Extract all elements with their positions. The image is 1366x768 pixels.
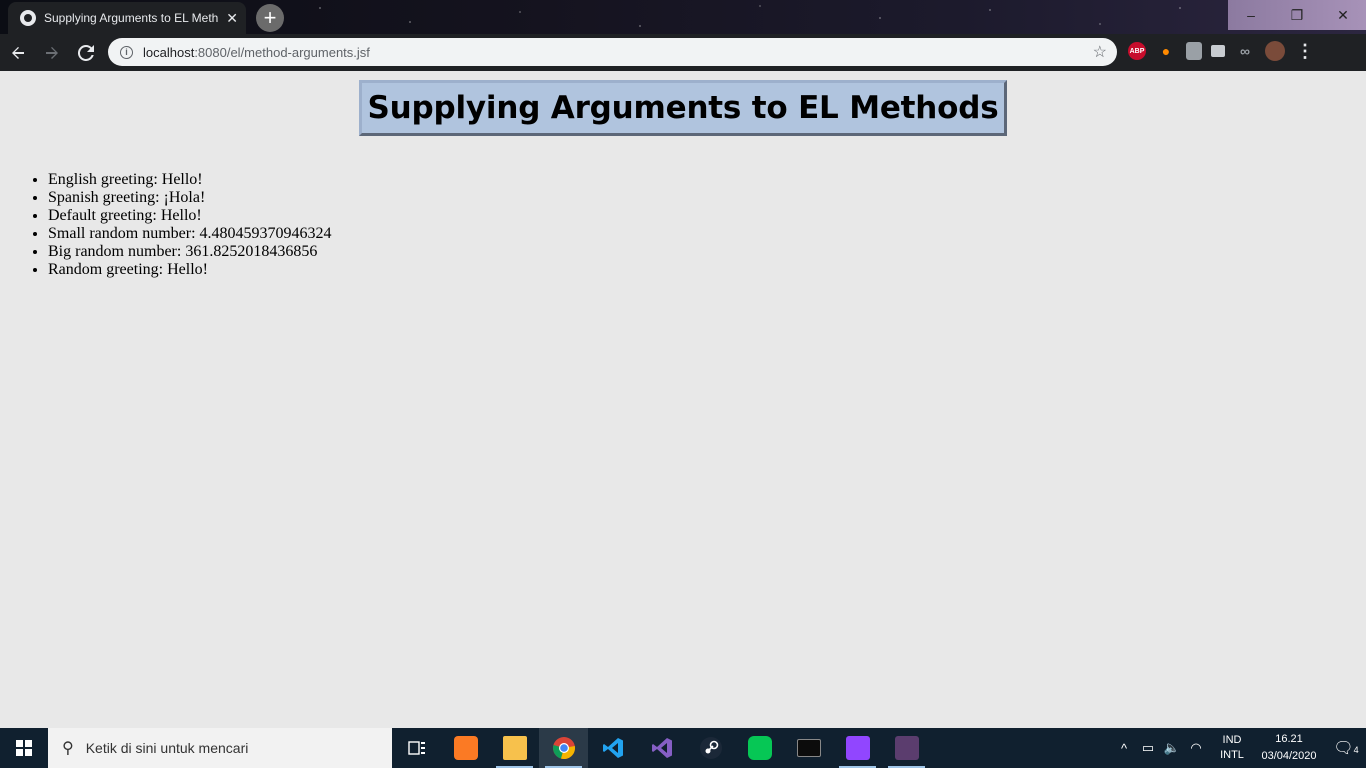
clock-time: 16.21: [1275, 733, 1303, 745]
task-view-button[interactable]: [392, 728, 441, 768]
notification-button[interactable]: 🗨4: [1326, 738, 1366, 758]
xampp-icon: [453, 736, 478, 760]
close-window-button[interactable]: ✕: [1320, 0, 1366, 30]
chrome-icon: [552, 737, 575, 760]
list-item: English greeting: Hello!: [48, 171, 332, 189]
line-icon: [747, 736, 772, 760]
taskbar: ⚲ Ketik di sini untuk mencari ^ ▭ 🔈 ◠ IN…: [0, 728, 1366, 768]
extensions-area: ABP ● ∞ ⋮: [1128, 40, 1316, 62]
search-placeholder: Ketik di sini untuk mencari: [85, 740, 249, 756]
wifi-icon[interactable]: ◠: [1184, 740, 1208, 756]
tab-title: Supplying Arguments to EL Meth: [44, 11, 219, 25]
browser-tab[interactable]: Supplying Arguments to EL Meth ✕: [8, 2, 246, 34]
list-item: Default greeting: Hello!: [48, 207, 332, 225]
list-item: Random greeting: Hello!: [48, 261, 332, 279]
list-item: Big random number: 361.8252018436856: [48, 243, 332, 261]
info-icon[interactable]: i: [120, 45, 133, 59]
vscode-icon: [602, 738, 623, 758]
new-tab-button[interactable]: +: [256, 4, 284, 32]
screenshot-extension-icon[interactable]: [1211, 45, 1225, 57]
notification-count: 4: [1353, 745, 1359, 755]
twitch-icon: [845, 736, 870, 760]
list-item: Small random number: 4.480459370946324: [48, 225, 332, 243]
page-content: Supplying Arguments to EL Methods Englis…: [0, 71, 1366, 728]
back-icon: [12, 46, 24, 59]
minimize-button[interactable]: –: [1228, 0, 1274, 30]
game-app[interactable]: [882, 728, 931, 768]
steam-app[interactable]: [686, 728, 735, 768]
volume-icon[interactable]: 🔈: [1160, 740, 1184, 756]
battery-icon[interactable]: ▭: [1136, 740, 1160, 756]
page-title: Supplying Arguments to EL Methods: [367, 90, 999, 126]
forward-button[interactable]: [36, 37, 68, 69]
tab-close-button[interactable]: ✕: [226, 10, 238, 27]
star-icon[interactable]: ☆: [1093, 42, 1107, 62]
title-panel: Supplying Arguments to EL Methods: [359, 80, 1007, 136]
taskbar-search[interactable]: ⚲ Ketik di sini untuk mencari: [48, 728, 392, 768]
folder-icon: [502, 736, 527, 760]
xampp-app[interactable]: [441, 728, 490, 768]
profile-avatar[interactable]: [1265, 41, 1285, 61]
twitch-app[interactable]: [833, 728, 882, 768]
chrome-app[interactable]: [539, 728, 588, 768]
address-bar[interactable]: i localhost:8080/el/method-arguments.jsf…: [108, 38, 1117, 66]
globe-icon: [20, 10, 36, 26]
terminal-icon: [796, 739, 821, 757]
adblock-icon[interactable]: ABP: [1128, 42, 1146, 60]
search-icon: ⚲: [62, 740, 74, 757]
visual-studio-icon: [651, 738, 672, 758]
clock[interactable]: 16.21 03/04/2020: [1252, 731, 1326, 765]
url-text: localhost:8080/el/method-arguments.jsf: [143, 44, 370, 60]
start-button[interactable]: [0, 728, 48, 768]
chevron-up-icon[interactable]: ^: [1112, 741, 1136, 756]
tab-strip: Supplying Arguments to EL Meth ✕ + – ❐ ✕: [0, 0, 1366, 34]
forward-icon: [46, 46, 58, 59]
file-explorer-app[interactable]: [490, 728, 539, 768]
results-list: English greeting: Hello! Spanish greetin…: [48, 171, 332, 279]
browser-toolbar: i localhost:8080/el/method-arguments.jsf…: [0, 34, 1366, 71]
keyboard-layout: INTL: [1220, 749, 1244, 761]
reload-icon: [78, 44, 94, 61]
game-icon: [894, 736, 919, 760]
maximize-button[interactable]: ❐: [1274, 0, 1320, 30]
infinity-extension-icon[interactable]: ∞: [1234, 40, 1256, 62]
system-tray: ^ ▭ 🔈 ◠ IND INTL 16.21 03/04/2020 🗨4: [1112, 728, 1366, 768]
language-indicator[interactable]: IND INTL: [1212, 733, 1252, 763]
reload-button[interactable]: [70, 37, 102, 69]
vscode-app[interactable]: [588, 728, 637, 768]
terminal-app[interactable]: [784, 728, 833, 768]
steam-icon: [699, 737, 722, 759]
visual-studio-app[interactable]: [637, 728, 686, 768]
clock-date: 03/04/2020: [1261, 750, 1317, 762]
windows-logo-icon: [16, 740, 32, 756]
list-item: Spanish greeting: ¡Hola!: [48, 189, 332, 207]
document-extension-icon[interactable]: [1186, 42, 1202, 60]
task-view-icon: [407, 741, 425, 755]
language-code: IND: [1222, 734, 1242, 746]
line-app[interactable]: [735, 728, 784, 768]
menu-icon[interactable]: ⋮: [1294, 40, 1316, 62]
back-button[interactable]: [2, 37, 34, 69]
window-controls: – ❐ ✕: [1228, 0, 1366, 30]
taskbar-apps: [392, 728, 931, 768]
notification-icon: 🗨: [1333, 740, 1354, 757]
fire-extension-icon[interactable]: ●: [1155, 40, 1177, 62]
